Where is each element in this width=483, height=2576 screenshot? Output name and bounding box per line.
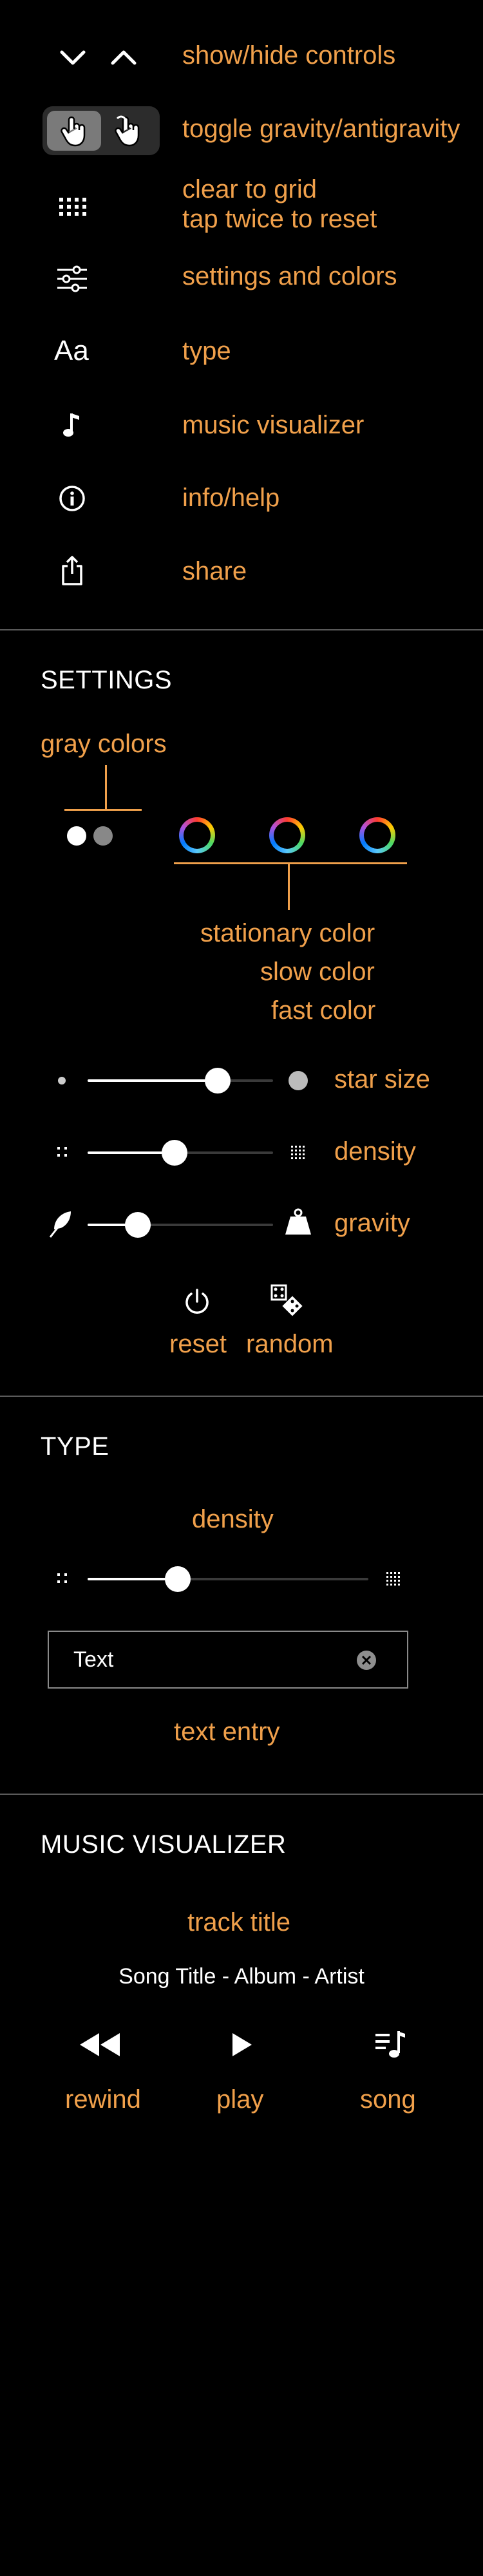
info-icon[interactable] [53, 479, 91, 518]
gravity-label: gravity [334, 1209, 410, 1237]
type-icon[interactable]: Aa [54, 335, 89, 367]
small-dot-icon [58, 1077, 66, 1084]
weight-icon [283, 1207, 313, 1236]
music-title: MUSIC VISUALIZER [41, 1830, 287, 1859]
color-connector [288, 864, 290, 910]
hand-pointer-icon [57, 115, 91, 147]
clear-text-icon[interactable] [355, 1649, 377, 1671]
star-size-slider[interactable] [88, 1068, 273, 1094]
divider [0, 629, 483, 630]
density-thumb[interactable] [162, 1140, 188, 1166]
gravity-thumb[interactable] [124, 1212, 151, 1238]
feather-icon [46, 1209, 75, 1240]
density-label: density [334, 1137, 416, 1166]
text-entry-value[interactable]: Text [73, 1647, 113, 1672]
gray-colors-label: gray colors [41, 730, 167, 758]
random-dice-icon[interactable] [268, 1282, 307, 1320]
slow-color-label: slow color [260, 958, 375, 986]
type-label: type [182, 337, 231, 365]
tap-twice-label: tap twice to reset [182, 205, 377, 233]
gravity-slider[interactable] [88, 1212, 273, 1238]
fast-color-label: fast color [271, 996, 376, 1025]
type-density-fill [88, 1578, 178, 1580]
clear-to-grid-label: clear to grid [182, 175, 317, 204]
settings-title: SETTINGS [41, 666, 173, 694]
toggle-gravity-label: toggle gravity/antigravity [182, 115, 460, 143]
share-icon[interactable] [53, 551, 91, 590]
gravity-toggle[interactable] [43, 106, 160, 155]
density-slider[interactable] [88, 1140, 273, 1166]
random-button[interactable]: random [246, 1330, 334, 1359]
stationary-color-ring[interactable] [179, 817, 215, 853]
show-hide-label: show/hide controls [182, 41, 396, 70]
star-size-thumb[interactable] [204, 1068, 231, 1094]
gray-color-white-dot[interactable] [67, 826, 86, 846]
gray-colors-bracket [64, 809, 142, 811]
chevron-down-up-icon[interactable] [53, 41, 143, 73]
song-button[interactable]: song [360, 2085, 416, 2114]
play-button[interactable]: play [216, 2085, 263, 2114]
slow-color-ring[interactable] [269, 817, 305, 853]
sparse-dots-icon [53, 1142, 72, 1162]
settings-colors-label: settings and colors [182, 262, 397, 290]
type-title: TYPE [41, 1432, 109, 1461]
color-bracket [174, 862, 407, 864]
grid-icon[interactable] [53, 187, 91, 226]
music-note-icon[interactable] [53, 406, 91, 444]
text-entry-field[interactable]: Text [48, 1631, 408, 1689]
hand-antigravity-icon [111, 115, 146, 147]
play-icon[interactable] [225, 2029, 258, 2061]
rewind-button[interactable]: rewind [65, 2085, 141, 2114]
star-size-label: star size [334, 1065, 430, 1094]
divider [0, 1794, 483, 1795]
gray-color-gray-dot[interactable] [93, 826, 113, 846]
stationary-color-label: stationary color [200, 919, 375, 947]
type-density-label: density [192, 1505, 274, 1533]
type-density-slider[interactable] [88, 1566, 368, 1592]
dense-grid-icon [384, 1569, 403, 1589]
track-text: Song Title - Album - Artist [118, 1964, 365, 1989]
info-help-label: info/help [182, 484, 280, 512]
sliders-icon[interactable] [53, 260, 91, 298]
reset-button[interactable]: reset [169, 1330, 227, 1359]
song-list-icon[interactable] [372, 2027, 408, 2063]
large-dot-icon [289, 1071, 308, 1090]
sparse-dots-icon [53, 1569, 72, 1588]
track-title-label: track title [187, 1908, 291, 1937]
type-density-thumb[interactable] [164, 1566, 191, 1592]
music-visualizer-label: music visualizer [182, 411, 365, 439]
rewind-icon[interactable] [74, 2029, 126, 2061]
divider [0, 1396, 483, 1397]
gray-colors-connector [105, 765, 107, 810]
fast-color-ring[interactable] [359, 817, 395, 853]
text-entry-label: text entry [174, 1718, 280, 1746]
dense-grid-icon [289, 1143, 308, 1162]
share-label: share [182, 557, 247, 585]
star-size-fill [88, 1079, 218, 1082]
power-icon[interactable] [179, 1284, 215, 1320]
